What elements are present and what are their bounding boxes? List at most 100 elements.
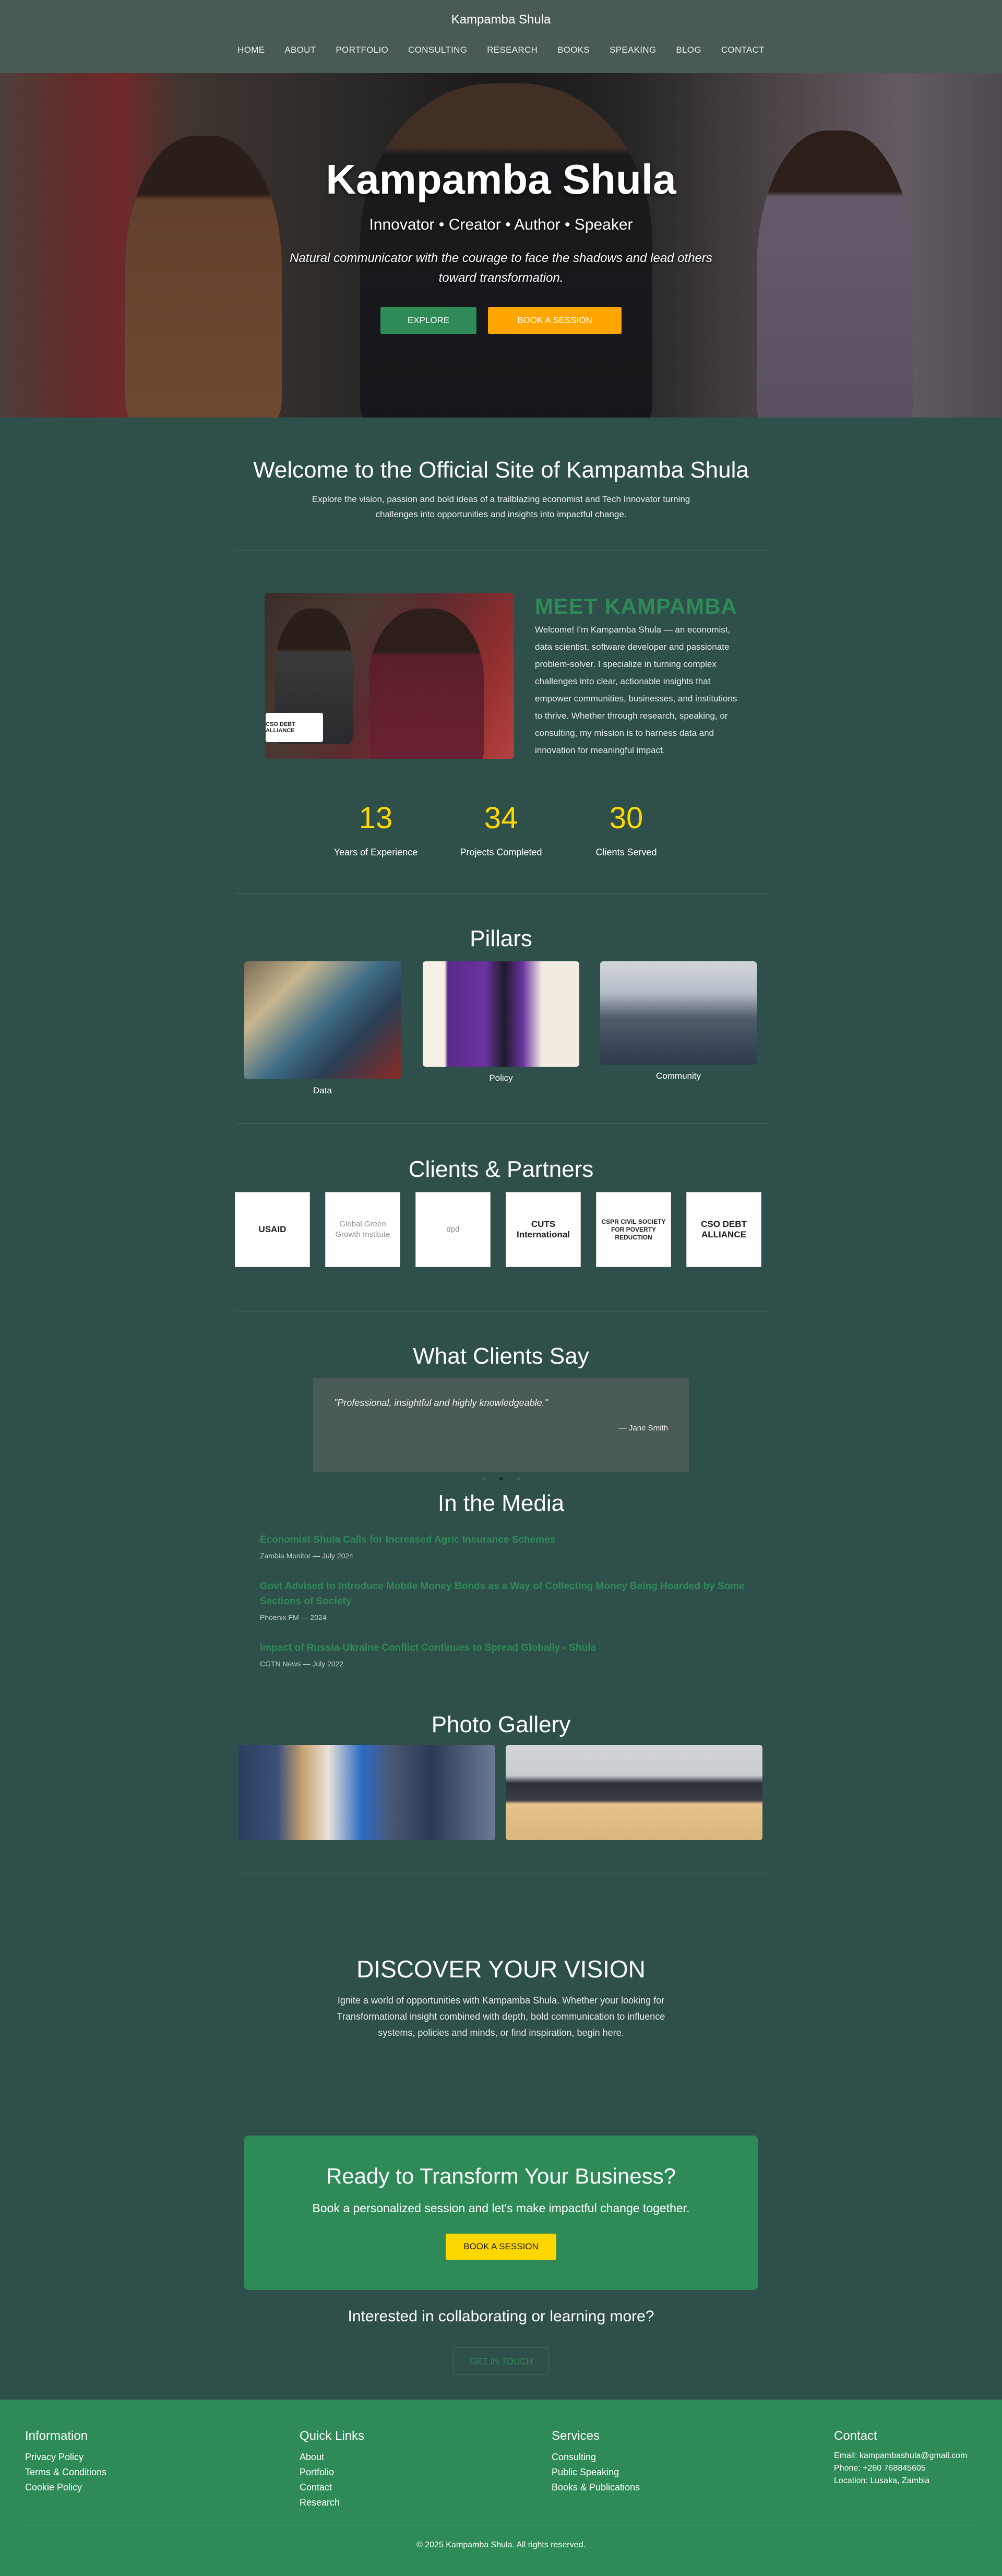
welcome-title: Welcome to the Official Site of Kampamba… bbox=[253, 457, 749, 483]
pillars-title: Pillars bbox=[470, 926, 532, 951]
carousel-dot[interactable] bbox=[516, 1477, 520, 1481]
cta-section: Ready to Transform Your Business? Book a… bbox=[0, 2103, 1002, 2400]
main-nav: HOME ABOUT PORTFOLIO CONSULTING RESEARCH… bbox=[0, 45, 1002, 55]
cso-debt-alliance-logo: CSO DEBT ALLIANCE bbox=[266, 713, 323, 742]
nav-about[interactable]: ABOUT bbox=[284, 45, 316, 55]
logo-text: Global Green Growth Institute bbox=[335, 1220, 390, 1239]
hero-title: Kampamba Shula bbox=[326, 156, 676, 202]
footer-email[interactable]: Email: kampambashula@gmail.com bbox=[834, 2450, 967, 2462]
clients-title: Clients & Partners bbox=[408, 1156, 594, 1182]
stat-label: Clients Served bbox=[595, 847, 657, 857]
stat-clients: 30 Clients Served bbox=[579, 801, 673, 858]
media-meta: Phoenix FM — 2024 bbox=[260, 1613, 327, 1621]
carousel-dot-active[interactable] bbox=[499, 1477, 503, 1481]
testimonials-section: What Clients Say "Professional, insightf… bbox=[0, 1313, 1002, 1490]
media-list: Economist Shula Calls for Increased Agri… bbox=[260, 1532, 745, 1687]
stat-label: Years of Experience bbox=[333, 847, 418, 857]
media-section: In the Media Economist Shula Calls for I… bbox=[0, 1490, 1002, 1712]
meet-text: Welcome! I'm Kampamba Shula — an economi… bbox=[535, 625, 737, 755]
footer-heading: Information bbox=[25, 2429, 88, 2443]
footer-contact: Contact Email: kampambashula@gmail.com P… bbox=[834, 2429, 967, 2487]
pillars-section: Pillars Data Policy Community bbox=[0, 896, 1002, 1125]
footer-link-about[interactable]: About bbox=[300, 2450, 364, 2465]
pillar-caption: Data bbox=[313, 1086, 332, 1095]
cta-book-session-button[interactable]: BOOK A SESSION bbox=[446, 2234, 556, 2260]
cta-title: Ready to Transform Your Business? bbox=[326, 2164, 676, 2188]
stat-value: 34 bbox=[484, 801, 518, 835]
footer-information: Information Privacy Policy Terms & Condi… bbox=[25, 2429, 106, 2495]
pillar-policy[interactable]: Policy bbox=[423, 961, 579, 1083]
hero-section: Kampamba Shula Innovator • Creator • Aut… bbox=[0, 73, 1002, 418]
nav-speaking[interactable]: SPEAKING bbox=[610, 45, 656, 55]
media-item: Economist Shula Calls for Increased Agri… bbox=[260, 1532, 745, 1560]
hero-overlay bbox=[0, 73, 1002, 418]
copyright: © 2025 Kampamba Shula. All rights reserv… bbox=[416, 2541, 586, 2549]
meet-photo: CSO DEBT ALLIANCE bbox=[265, 593, 514, 759]
nav-home[interactable]: HOME bbox=[237, 45, 265, 55]
photo-main-person bbox=[369, 609, 484, 759]
nav-research[interactable]: RESEARCH bbox=[487, 45, 538, 55]
stat-value: 13 bbox=[359, 801, 393, 835]
footer-location: Location: Lusaka, Zambia bbox=[834, 2476, 930, 2485]
welcome-text: Explore the vision, passion and bold ide… bbox=[312, 494, 690, 519]
stat-label: Projects Completed bbox=[460, 847, 542, 857]
client-logo-gggi: Global Green Growth Institute bbox=[325, 1192, 400, 1267]
gallery-title: Photo Gallery bbox=[431, 1712, 571, 1737]
nav-consulting[interactable]: CONSULTING bbox=[408, 45, 467, 55]
footer-link-terms[interactable]: Terms & Conditions bbox=[25, 2465, 106, 2480]
discover-section: DISCOVER YOUR VISION Ignite a world of o… bbox=[0, 1936, 1002, 2103]
nav-contact[interactable]: CONTACT bbox=[721, 45, 765, 55]
discover-title: DISCOVER YOUR VISION bbox=[356, 1955, 646, 1983]
get-in-touch-button[interactable]: GET IN TOUCH bbox=[454, 2347, 549, 2375]
logo-text: dpd bbox=[446, 1225, 460, 1234]
footer-link-consulting[interactable]: Consulting bbox=[552, 2450, 640, 2465]
site-header: Kampamba Shula HOME ABOUT PORTFOLIO CONS… bbox=[0, 0, 1002, 73]
media-link[interactable]: Govt Advised to Introduce Mobile Money B… bbox=[260, 1581, 745, 1607]
meet-title: MEET KAMPAMBA bbox=[535, 594, 737, 618]
pillar-data[interactable]: Data bbox=[244, 961, 401, 1096]
logo-text: CSO DEBT ALLIANCE bbox=[701, 1219, 747, 1239]
logo-text: CSPR CIVIL SOCIETY FOR POVERTY REDUCTION bbox=[601, 1218, 666, 1241]
footer-heading: Contact bbox=[834, 2429, 877, 2443]
nav-blog[interactable]: BLOG bbox=[676, 45, 701, 55]
client-logo-usaid: USAID bbox=[235, 1192, 310, 1267]
media-item: Govt Advised to Introduce Mobile Money B… bbox=[260, 1579, 745, 1621]
nav-books[interactable]: BOOKS bbox=[557, 45, 590, 55]
footer-phone[interactable]: Phone: +260 768845605 bbox=[834, 2462, 967, 2475]
footer-link-portfolio[interactable]: Portfolio bbox=[300, 2465, 364, 2480]
site-footer: Information Privacy Policy Terms & Condi… bbox=[0, 2400, 1002, 2576]
pillar-community-image bbox=[600, 961, 757, 1065]
meet-section: CSO DEBT ALLIANCE MEET KAMPAMBA Welcome!… bbox=[0, 551, 1002, 896]
media-meta: CGTN News — July 2022 bbox=[260, 1660, 344, 1668]
media-item: Impact of Russia-Ukraine Conflict Contin… bbox=[260, 1640, 745, 1668]
hero-buttons: EXPLORE BOOK A SESSION bbox=[0, 307, 1002, 334]
pillar-caption: Community bbox=[656, 1071, 701, 1081]
carousel-dot[interactable] bbox=[482, 1477, 486, 1481]
footer-link-privacy[interactable]: Privacy Policy bbox=[25, 2450, 106, 2465]
pillar-policy-image bbox=[423, 961, 579, 1067]
gallery-photo-award[interactable] bbox=[238, 1745, 495, 1840]
gallery-photo-panel[interactable] bbox=[506, 1745, 762, 1840]
footer-link-contact[interactable]: Contact bbox=[300, 2480, 364, 2495]
section-divider bbox=[235, 550, 767, 551]
footer-heading: Quick Links bbox=[300, 2429, 365, 2443]
footer-link-research[interactable]: Research bbox=[300, 2495, 364, 2510]
stat-experience: 13 Years of Experience bbox=[329, 801, 423, 858]
site-title[interactable]: Kampamba Shula bbox=[0, 13, 1002, 27]
footer-link-cookies[interactable]: Cookie Policy bbox=[25, 2480, 106, 2495]
nav-portfolio[interactable]: PORTFOLIO bbox=[336, 45, 388, 55]
section-divider bbox=[235, 893, 767, 894]
cta-box: Ready to Transform Your Business? Book a… bbox=[244, 2136, 758, 2290]
stat-projects: 34 Projects Completed bbox=[454, 801, 548, 858]
footer-heading: Services bbox=[552, 2429, 600, 2443]
explore-button[interactable]: EXPLORE bbox=[380, 307, 476, 334]
media-link[interactable]: Economist Shula Calls for Increased Agri… bbox=[260, 1534, 555, 1545]
interest-heading: Interested in collaborating or learning … bbox=[348, 2308, 654, 2325]
book-session-button[interactable]: BOOK A SESSION bbox=[488, 307, 622, 334]
footer-link-books[interactable]: Books & Publications bbox=[552, 2480, 640, 2495]
media-link[interactable]: Impact of Russia-Ukraine Conflict Contin… bbox=[260, 1642, 596, 1653]
discover-text: Ignite a world of opportunities with Kam… bbox=[337, 1995, 665, 2038]
pillar-community[interactable]: Community bbox=[600, 961, 757, 1081]
footer-services: Services Consulting Public Speaking Book… bbox=[552, 2429, 640, 2495]
footer-link-speaking[interactable]: Public Speaking bbox=[552, 2465, 640, 2480]
